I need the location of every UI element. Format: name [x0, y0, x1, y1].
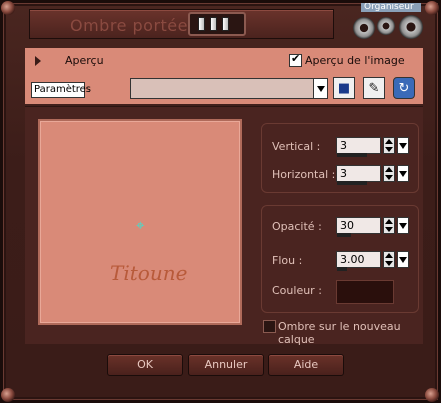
- reset-icon[interactable]: ↻: [393, 77, 415, 99]
- vertical-dropdown[interactable]: [397, 137, 409, 154]
- frame-corner-ornament: [425, 1, 439, 15]
- chevron-down-icon[interactable]: [313, 79, 327, 98]
- cancel-button[interactable]: Annuler: [188, 354, 264, 376]
- frame-corner-ornament: [1, 388, 15, 402]
- frame-corner-ornament: [1, 1, 15, 15]
- shadow-color-swatch[interactable]: [336, 280, 394, 304]
- title-badge-icon: [188, 12, 246, 36]
- gear-icon[interactable]: [353, 17, 375, 39]
- blur-stepper[interactable]: [383, 251, 395, 268]
- opacity-dropdown[interactable]: [397, 217, 409, 234]
- gear-icon[interactable]: [399, 15, 423, 39]
- expand-arrow-icon[interactable]: [35, 56, 41, 66]
- vertical-label: Vertical :: [272, 140, 321, 153]
- vertical-input[interactable]: [336, 137, 381, 157]
- vertical-value[interactable]: [337, 138, 380, 153]
- blur-label: Flou :: [272, 254, 303, 267]
- shadow-group: Opacité : Flou : Couleur :: [261, 205, 419, 313]
- organiseur-tab[interactable]: Organiseur: [361, 3, 421, 12]
- window-title: Ombre portée: [70, 16, 188, 35]
- new-layer-label: Ombre sur le nouveau calque: [278, 320, 401, 346]
- apercu-label: Aperçu: [65, 54, 104, 67]
- new-layer-checkbox[interactable]: [263, 320, 276, 333]
- apercu-image-label: Aperçu de l'image: [305, 54, 405, 67]
- ok-button[interactable]: OK: [107, 354, 183, 376]
- horizontal-dropdown[interactable]: [397, 165, 409, 182]
- gear-icon[interactable]: [377, 17, 395, 35]
- opacity-label: Opacité :: [272, 220, 322, 233]
- offset-group: Vertical : Horizontal :: [261, 123, 419, 193]
- preset-toolbar: Aperçu Aperçu de l'image Paramètres ■ ✎ …: [25, 48, 423, 104]
- dialog-window: Ombre portée Organiseur Aperçu Aperçu de…: [0, 0, 441, 403]
- blur-value[interactable]: [337, 252, 380, 267]
- frame-corner-ornament: [425, 388, 439, 402]
- delete-preset-icon[interactable]: ✎: [363, 77, 385, 99]
- main-panel: ⌖ Titoune Vertical : Horizontal : Opacit…: [25, 106, 423, 346]
- parametres-label: Paramètres: [31, 82, 91, 98]
- opacity-value[interactable]: [337, 218, 380, 233]
- horizontal-value[interactable]: [337, 166, 380, 181]
- title-bar[interactable]: Ombre portée: [29, 9, 334, 39]
- horizontal-input[interactable]: [336, 165, 381, 185]
- blur-input[interactable]: [336, 251, 381, 271]
- color-label: Couleur :: [272, 284, 322, 297]
- help-button[interactable]: Aide: [268, 354, 344, 376]
- opacity-stepper[interactable]: [383, 217, 395, 234]
- save-icon[interactable]: ■: [333, 77, 355, 99]
- horizontal-label: Horizontal :: [272, 168, 336, 181]
- image-preview[interactable]: ⌖ Titoune: [38, 119, 242, 325]
- blur-dropdown[interactable]: [397, 251, 409, 268]
- preset-dropdown[interactable]: [130, 78, 328, 99]
- apercu-image-checkbox[interactable]: [289, 52, 302, 67]
- watermark-text: Titoune: [110, 261, 188, 285]
- horizontal-stepper[interactable]: [383, 165, 395, 182]
- vertical-stepper[interactable]: [383, 137, 395, 154]
- crosshair-icon[interactable]: ⌖: [136, 216, 144, 234]
- opacity-input[interactable]: [336, 217, 381, 237]
